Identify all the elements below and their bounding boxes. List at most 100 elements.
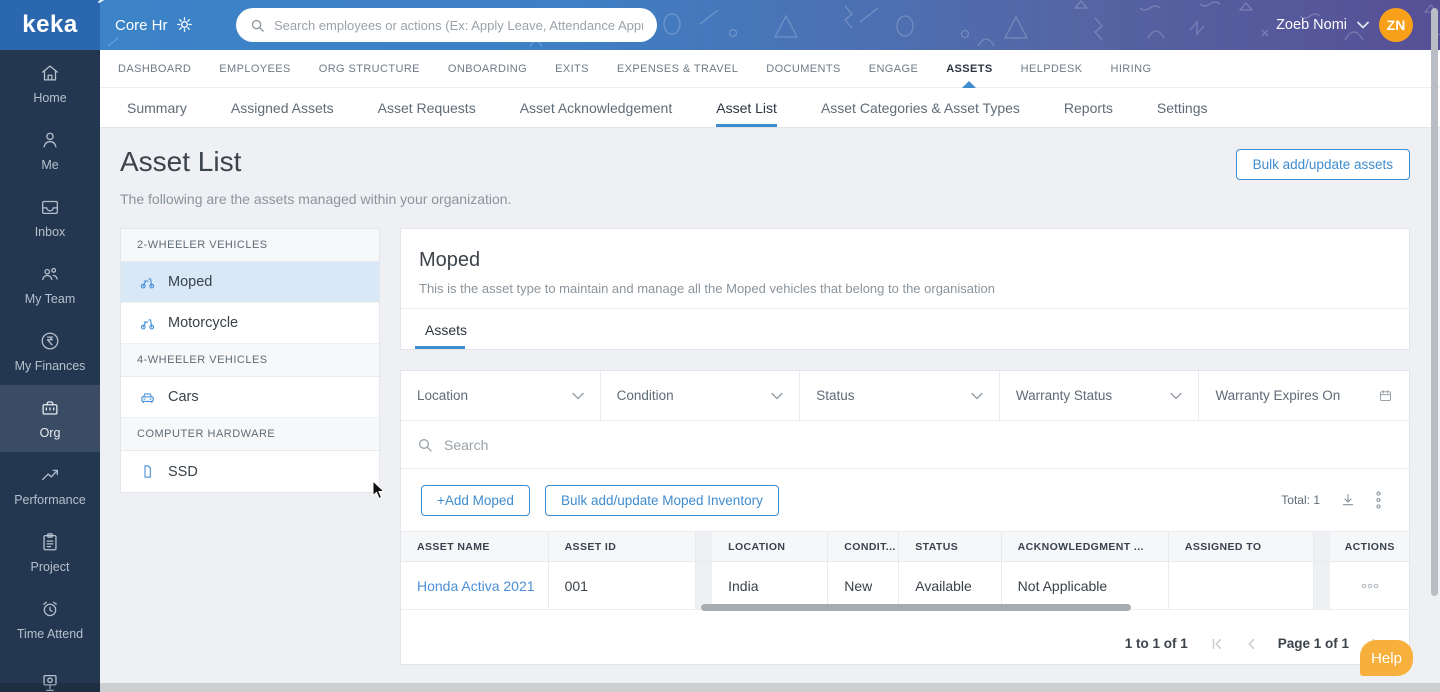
kebab-menu-icon[interactable] bbox=[1376, 491, 1381, 509]
frozen-column-divider bbox=[696, 562, 713, 609]
category-item-label: Motorcycle bbox=[168, 315, 239, 331]
keka-logo-spark-icon bbox=[98, 0, 105, 3]
category-item-moped[interactable]: Moped bbox=[121, 262, 379, 303]
toolbar-right: Total: 1 bbox=[1281, 491, 1381, 509]
nav-exits[interactable]: EXITS bbox=[555, 50, 589, 88]
sidebar-item-time-attend[interactable]: Time Attend bbox=[0, 586, 100, 653]
table-header: ASSET NAME ASSET ID LOCATION CONDIT... S… bbox=[401, 531, 1409, 562]
sidebar-item-my-team[interactable]: My Team bbox=[0, 251, 100, 318]
column-condition[interactable]: CONDIT... bbox=[828, 532, 900, 561]
search-icon bbox=[419, 438, 432, 452]
filter-warranty-status[interactable]: Warranty Status bbox=[1000, 371, 1200, 420]
asset-name-link[interactable]: Honda Activa 2021 bbox=[417, 578, 535, 594]
nav-expenses-travel[interactable]: EXPENSES & TRAVEL bbox=[617, 50, 738, 88]
filter-condition[interactable]: Condition bbox=[601, 371, 801, 420]
nav-documents[interactable]: DOCUMENTS bbox=[766, 50, 841, 88]
column-asset-id[interactable]: ASSET ID bbox=[549, 532, 697, 561]
sidebar-item-performance[interactable]: Performance bbox=[0, 452, 100, 519]
bulk-add-update-assets-button[interactable]: Bulk add/update assets bbox=[1235, 149, 1410, 180]
asset-search-input[interactable] bbox=[444, 436, 1409, 453]
user-icon bbox=[43, 132, 57, 148]
sidebar-item-label: My Team bbox=[24, 292, 76, 306]
filter-status[interactable]: Status bbox=[800, 371, 1000, 420]
first-page-icon[interactable] bbox=[1210, 637, 1224, 651]
scooter-icon bbox=[140, 277, 155, 288]
nav-dashboard[interactable]: DASHBOARD bbox=[118, 50, 191, 88]
avatar[interactable]: ZN bbox=[1379, 8, 1413, 42]
filter-warranty-expires[interactable]: Warranty Expires On bbox=[1199, 371, 1409, 420]
column-actions[interactable]: ACTIONS bbox=[1330, 532, 1409, 561]
nav-helpdesk[interactable]: HELPDESK bbox=[1021, 50, 1083, 88]
column-asset-name[interactable]: ASSET NAME bbox=[401, 532, 549, 561]
tab-asset-categories[interactable]: Asset Categories & Asset Types bbox=[821, 88, 1020, 127]
filter-row: Location Condition Status Warranty Statu… bbox=[401, 371, 1409, 421]
tab-assigned-assets[interactable]: Assigned Assets bbox=[231, 88, 334, 127]
tab-asset-requests[interactable]: Asset Requests bbox=[378, 88, 476, 127]
status-cell: Available bbox=[899, 562, 1002, 609]
prev-page-icon[interactable] bbox=[1246, 637, 1256, 651]
column-location[interactable]: LOCATION bbox=[712, 532, 829, 561]
sidebar-item-label: Time Attend bbox=[16, 627, 84, 641]
nav-org-structure[interactable]: ORG STRUCTURE bbox=[319, 50, 420, 88]
tab-asset-acknowledgement[interactable]: Asset Acknowledgement bbox=[520, 88, 673, 127]
bulk-add-update-moped-button[interactable]: Bulk add/update Moped Inventory bbox=[544, 484, 779, 516]
nav-employees[interactable]: EMPLOYEES bbox=[219, 50, 290, 88]
sidebar-item-inbox[interactable]: Inbox bbox=[0, 184, 100, 251]
search-icon bbox=[251, 19, 264, 32]
bottom-edge-shadow bbox=[0, 683, 1440, 692]
sidebar-item-me[interactable]: Me bbox=[0, 117, 100, 184]
category-item-label: Cars bbox=[168, 389, 199, 405]
filter-location[interactable]: Location bbox=[401, 371, 601, 420]
column-acknowledgment[interactable]: ACKNOWLEDGMENT ... bbox=[1002, 532, 1169, 561]
row-actions-icon[interactable] bbox=[1361, 583, 1379, 589]
horizontal-scrollbar[interactable] bbox=[701, 604, 1131, 611]
tab-assets[interactable]: Assets bbox=[425, 309, 467, 350]
global-search-input[interactable] bbox=[274, 17, 643, 33]
ssd-icon bbox=[144, 465, 151, 478]
chevron-down-icon bbox=[571, 392, 584, 400]
keka-logo-text: keka bbox=[22, 11, 78, 38]
asset-type-tabs: Assets bbox=[401, 308, 1409, 349]
column-assigned-to[interactable]: ASSIGNED TO bbox=[1169, 532, 1315, 561]
category-item-cars[interactable]: Cars bbox=[121, 377, 379, 418]
team-icon bbox=[42, 267, 58, 281]
tab-settings[interactable]: Settings bbox=[1157, 88, 1208, 127]
tab-reports[interactable]: Reports bbox=[1064, 88, 1113, 127]
help-button[interactable]: Help bbox=[1360, 640, 1413, 676]
add-moped-button[interactable]: +Add Moped bbox=[421, 484, 530, 516]
user-menu[interactable]: Zoeb Nomi ZN bbox=[1276, 0, 1413, 50]
top-header: keka Core Hr Zoeb Nomi ZN bbox=[0, 0, 1440, 50]
frozen-column-divider bbox=[1314, 562, 1331, 609]
sidebar-item-project[interactable]: Project bbox=[0, 519, 100, 586]
org-icon bbox=[42, 401, 58, 415]
tab-summary[interactable]: Summary bbox=[127, 88, 187, 127]
category-item-label: Moped bbox=[168, 274, 213, 290]
keka-logo[interactable]: keka bbox=[0, 0, 105, 50]
gear-icon[interactable] bbox=[176, 16, 193, 33]
sidebar-item-my-finances[interactable]: My Finances bbox=[0, 318, 100, 385]
tab-asset-list[interactable]: Asset List bbox=[716, 88, 777, 127]
nav-engage[interactable]: ENGAGE bbox=[869, 50, 918, 88]
nav-onboarding[interactable]: ONBOARDING bbox=[448, 50, 527, 88]
acknowledgment-cell: Not Applicable bbox=[1002, 562, 1169, 609]
nav-hiring[interactable]: HIRING bbox=[1111, 50, 1152, 88]
sidebar: Home Me Inbox My Team My Finances Org Pe… bbox=[0, 50, 100, 692]
location-cell: India bbox=[712, 562, 829, 609]
main-nav: DASHBOARD EMPLOYEES ORG STRUCTURE ONBOAR… bbox=[100, 50, 1440, 88]
category-item-ssd[interactable]: SSD bbox=[121, 451, 379, 492]
nav-assets[interactable]: ASSETS bbox=[946, 50, 992, 88]
table-row: Honda Activa 2021 001 India New Availabl… bbox=[401, 562, 1409, 610]
download-icon[interactable] bbox=[1340, 492, 1356, 508]
window-scrollbar[interactable] bbox=[1431, 8, 1438, 596]
filter-label: Condition bbox=[616, 388, 674, 403]
calendar-icon bbox=[1380, 390, 1392, 401]
chevron-down-icon bbox=[971, 392, 983, 400]
sidebar-item-payroll[interactable] bbox=[0, 653, 100, 692]
inbox-icon bbox=[42, 200, 58, 215]
sidebar-item-label: My Finances bbox=[14, 359, 86, 373]
sidebar-item-home[interactable]: Home bbox=[0, 50, 100, 117]
sidebar-item-org[interactable]: Org bbox=[0, 385, 100, 452]
column-status[interactable]: STATUS bbox=[899, 532, 1002, 561]
category-item-motorcycle[interactable]: Motorcycle bbox=[121, 303, 379, 344]
filter-label: Status bbox=[816, 388, 855, 403]
